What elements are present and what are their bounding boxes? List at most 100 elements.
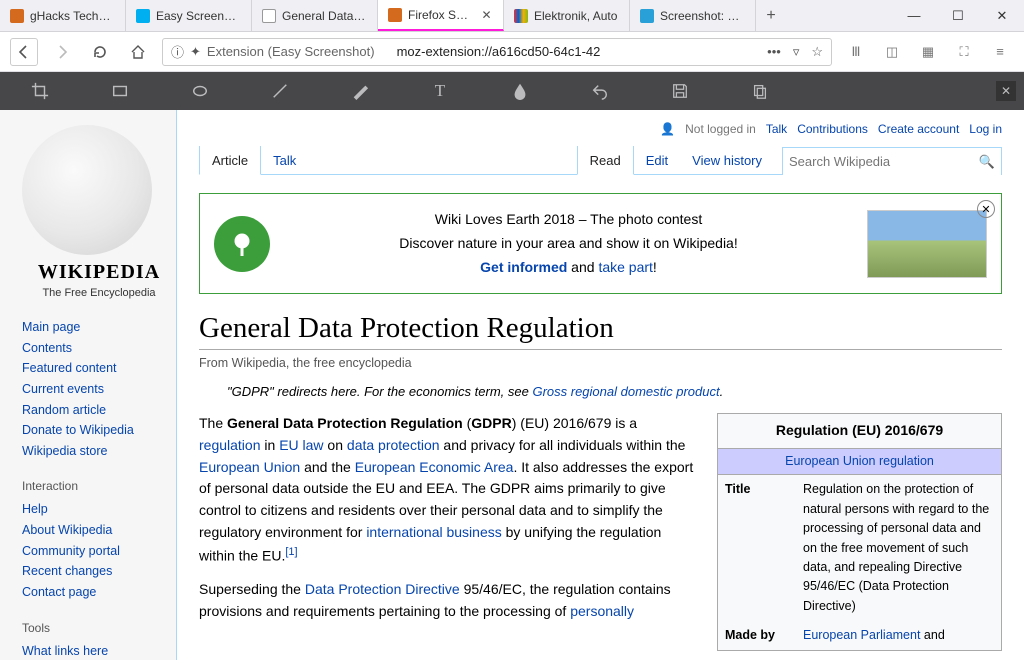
link-intl-business[interactable]: international business: [366, 524, 501, 540]
forward-button[interactable]: [48, 38, 76, 66]
tab-screenshot-gen[interactable]: Screenshot: Gen: [630, 0, 756, 31]
article-subtitle: From Wikipedia, the free encyclopedia: [199, 356, 1002, 370]
nav-link[interactable]: Donate to Wikipedia: [22, 423, 134, 437]
pencil-tool[interactable]: [320, 72, 400, 110]
link-grdp[interactable]: Gross regional domestic product: [532, 384, 719, 399]
blur-tool[interactable]: [480, 72, 560, 110]
text-tool[interactable]: T: [400, 72, 480, 110]
link-create-account[interactable]: Create account: [878, 122, 959, 136]
sidebar-icon[interactable]: ◫: [878, 38, 906, 66]
nav-link[interactable]: About Wikipedia: [22, 523, 112, 537]
article-body: Regulation (EU) 2016/679 European Union …: [199, 413, 1002, 622]
search-icon[interactable]: 🔍: [979, 154, 995, 170]
extension-label: Extension (Easy Screenshot): [207, 44, 375, 59]
nav-link[interactable]: Main page: [22, 320, 80, 334]
tab-talk[interactable]: Talk: [261, 147, 308, 174]
wikipedia-logo[interactable]: [22, 125, 152, 255]
banner-link1[interactable]: Get informed: [480, 259, 567, 275]
infobox-title: Regulation (EU) 2016/679: [718, 414, 1001, 448]
link-data-protection[interactable]: data protection: [347, 437, 440, 453]
back-button[interactable]: [10, 38, 38, 66]
home-button[interactable]: [124, 38, 152, 66]
nav-link[interactable]: Contents: [22, 341, 72, 355]
tab-easyscreenshot[interactable]: Easy Screenshot: [126, 0, 252, 31]
tab-history[interactable]: View history: [680, 147, 774, 174]
page-viewport[interactable]: WIKIPEDIA The Free Encyclopedia Main pag…: [0, 110, 1024, 660]
page-tabs: Article Talk Read Edit View history 🔍: [199, 146, 1002, 175]
banner-line1: Wiki Loves Earth 2018 – The photo contes…: [288, 208, 849, 232]
infobox-val: European Parliament and: [796, 621, 1001, 650]
tab-general-data[interactable]: General Data Pro: [252, 0, 378, 31]
nav-header-tools: Tools: [22, 621, 176, 635]
tab-edit[interactable]: Edit: [634, 147, 680, 174]
browser-chrome: gHacks Technolo Easy Screenshot General …: [0, 0, 1024, 72]
url-text: moz-extension://a616cd50-64c1-42: [397, 44, 601, 59]
link-eea[interactable]: European Economic Area: [355, 459, 514, 475]
tab-elektronik[interactable]: Elektronik, Auto: [504, 0, 630, 31]
banner-close-button[interactable]: ✕: [977, 200, 995, 218]
wikipedia-wordmark: WIKIPEDIA The Free Encyclopedia: [22, 261, 176, 299]
circle-tool[interactable]: [160, 72, 240, 110]
tab-firefox-screenshot[interactable]: Firefox Screen Sh✕: [378, 0, 504, 31]
more-icon[interactable]: •••: [767, 44, 781, 59]
wiki-sidebar: WIKIPEDIA The Free Encyclopedia Main pag…: [0, 110, 176, 660]
crop-tool[interactable]: [0, 72, 80, 110]
nav-link[interactable]: What links here: [22, 644, 108, 658]
nav-link[interactable]: Community portal: [22, 544, 120, 558]
save-tool[interactable]: [640, 72, 720, 110]
close-window-button[interactable]: ✕: [980, 0, 1024, 32]
banner-link2[interactable]: take part: [598, 259, 652, 275]
menu-icon[interactable]: ≡: [986, 38, 1014, 66]
search-input[interactable]: [789, 154, 979, 169]
screenshot-toolbar: T ✕: [0, 72, 1024, 110]
undo-tool[interactable]: [560, 72, 640, 110]
addon2-icon[interactable]: ⛶: [950, 38, 978, 66]
link-contributions[interactable]: Contributions: [797, 122, 868, 136]
link-dpd[interactable]: Data Protection Directive: [305, 581, 460, 597]
line-tool[interactable]: [240, 72, 320, 110]
tab-article[interactable]: Article: [199, 146, 261, 175]
tab-strip: gHacks Technolo Easy Screenshot General …: [0, 0, 1024, 32]
link-eu[interactable]: European Union: [199, 459, 300, 475]
close-toolbar-button[interactable]: ✕: [996, 81, 1016, 101]
pocket-icon[interactable]: ▿: [793, 44, 800, 60]
reload-button[interactable]: [86, 38, 114, 66]
link-talk[interactable]: Talk: [766, 122, 787, 136]
wiki-content: 👤 Not logged in Talk Contributions Creat…: [176, 110, 1024, 660]
link-regulation[interactable]: regulation: [199, 437, 261, 453]
nav-link[interactable]: Wikipedia store: [22, 444, 107, 458]
wle-banner: Wiki Loves Earth 2018 – The photo contes…: [199, 193, 1002, 294]
tab-read[interactable]: Read: [577, 146, 634, 175]
nav-link[interactable]: Help: [22, 502, 48, 516]
nav-link[interactable]: Featured content: [22, 361, 117, 375]
ref-1[interactable]: [1]: [285, 546, 297, 558]
copy-tool[interactable]: [720, 72, 800, 110]
link-pii[interactable]: personally: [570, 603, 634, 619]
close-icon[interactable]: ✕: [480, 8, 493, 22]
nav-link[interactable]: Contact page: [22, 585, 96, 599]
maximize-button[interactable]: ☐: [936, 0, 980, 32]
address-bar: ⓘ ✦ Extension (Easy Screenshot) moz-exte…: [0, 32, 1024, 72]
wiki-search[interactable]: 🔍: [782, 147, 1002, 175]
link-eu-law[interactable]: EU law: [279, 437, 323, 453]
hatnote: "GDPR" redirects here. For the economics…: [227, 384, 1002, 399]
info-icon[interactable]: ⓘ: [171, 42, 184, 61]
banner-photo: [867, 210, 987, 278]
infobox-val: Regulation on the protection of natural …: [796, 475, 1001, 621]
addon1-icon[interactable]: ▦: [914, 38, 942, 66]
nav-link[interactable]: Current events: [22, 382, 104, 396]
nav-header-interaction: Interaction: [22, 479, 176, 493]
newtab-button[interactable]: +: [756, 7, 786, 25]
nav-link[interactable]: Random article: [22, 403, 106, 417]
tab-ghacks[interactable]: gHacks Technolo: [0, 0, 126, 31]
star-icon[interactable]: ☆: [811, 44, 823, 60]
library-icon[interactable]: Ⅲ: [842, 38, 870, 66]
nav-link[interactable]: Recent changes: [22, 564, 112, 578]
banner-line2: Discover nature in your area and show it…: [288, 232, 849, 256]
url-field[interactable]: ⓘ ✦ Extension (Easy Screenshot) moz-exte…: [162, 38, 832, 66]
rect-tool[interactable]: [80, 72, 160, 110]
link-login[interactable]: Log in: [969, 122, 1002, 136]
tree-icon: [214, 216, 270, 272]
minimize-button[interactable]: —: [892, 0, 936, 32]
infobox-subtitle: European Union regulation: [718, 448, 1001, 475]
